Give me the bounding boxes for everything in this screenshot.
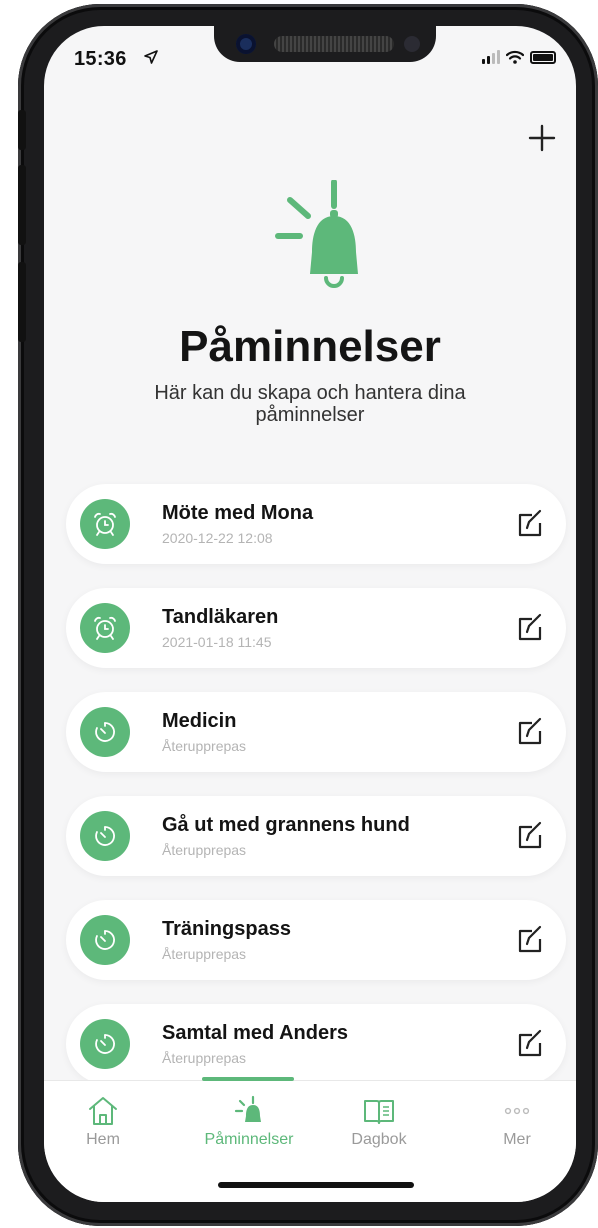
reminder-title: Medicin (162, 710, 237, 732)
plus-icon (528, 124, 556, 152)
cellular-signal-icon (482, 50, 500, 64)
reminder-title: Möte med Mona (162, 502, 314, 524)
reminder-title: Tandläkaren (162, 606, 279, 628)
wifi-icon (506, 50, 524, 64)
tab-label: Hem (86, 1131, 120, 1148)
front-camera (236, 34, 256, 54)
hero-bell-icon (272, 179, 368, 303)
edit-icon (518, 821, 542, 849)
edit-icon (518, 509, 542, 537)
repeat-timer-icon (95, 722, 115, 742)
edit-reminder-button[interactable] (514, 820, 546, 852)
reminder-card[interactable]: Samtal med Anders Återupprepas (66, 1004, 566, 1084)
repeat-timer-icon (95, 1034, 115, 1054)
edit-icon (518, 1029, 542, 1057)
volume-up-button (18, 165, 26, 245)
repeat-timer-icon (95, 930, 115, 950)
reminder-card[interactable]: Medicin Återupprepas (66, 692, 566, 772)
reminder-icon-badge (80, 811, 130, 861)
proximity-sensor (404, 36, 420, 52)
battery-icon (530, 50, 556, 64)
edit-reminder-button[interactable] (514, 1028, 546, 1060)
tab-hem[interactable]: Hem (48, 1095, 158, 1149)
tab-label: Påminnelser (204, 1131, 294, 1148)
add-reminder-button[interactable] (522, 118, 562, 158)
tab-mer[interactable]: Mer (462, 1095, 572, 1149)
bell-icon (234, 1095, 261, 1122)
reminder-title: Gå ut med grannens hund (162, 814, 410, 836)
reminder-title: Träningspass (162, 918, 291, 940)
tab-bar: Hem Påminnelser Dagbok Mer (44, 1077, 576, 1202)
edit-icon (518, 717, 542, 745)
edit-reminder-button[interactable] (514, 716, 546, 748)
location-arrow-icon (144, 50, 158, 69)
reminder-card[interactable]: Tandläkaren 2021-01-18 11:45 (66, 588, 566, 668)
home-icon (89, 1097, 117, 1125)
edit-reminder-button[interactable] (514, 508, 546, 540)
status-time: 15:36 (74, 48, 127, 70)
more-dots-icon (504, 1107, 530, 1115)
reminder-icon-badge (80, 1019, 130, 1069)
earpiece-speaker (274, 36, 394, 52)
reminder-card[interactable]: Gå ut med grannens hund Återupprepas (66, 796, 566, 876)
book-icon (364, 1100, 394, 1124)
reminder-subtitle: Återupprepas (162, 842, 247, 858)
app-screen: 15:36 Påminnelser Här kan du skapa och h… (44, 26, 576, 1202)
alarm-clock-icon (94, 616, 116, 640)
page-title: Påminnelser (179, 322, 441, 371)
tab-paminnelser[interactable]: Påminnelser (194, 1095, 304, 1149)
notch (214, 26, 436, 62)
tab-label: Dagbok (351, 1131, 407, 1148)
reminder-subtitle: Återupprepas (162, 1050, 247, 1066)
edit-icon (518, 925, 542, 953)
reminder-subtitle: 2021-01-18 11:45 (162, 634, 272, 650)
mute-switch (18, 110, 26, 150)
repeat-timer-icon (95, 826, 115, 846)
edit-reminder-button[interactable] (514, 924, 546, 956)
alarm-clock-icon (94, 512, 116, 536)
reminder-icon-badge (80, 915, 130, 965)
edit-reminder-button[interactable] (514, 612, 546, 644)
edit-icon (518, 613, 542, 641)
volume-down-button (18, 262, 26, 342)
reminder-subtitle: 2020-12-22 12:08 (162, 530, 273, 546)
reminder-subtitle: Återupprepas (162, 946, 247, 962)
reminder-subtitle: Återupprepas (162, 738, 247, 754)
active-tab-indicator (202, 1077, 294, 1081)
reminder-card[interactable]: Träningspass Återupprepas (66, 900, 566, 980)
home-indicator (218, 1182, 414, 1188)
page-subtitle: Här kan du skapa och hantera dina påminn… (154, 382, 466, 426)
reminder-card[interactable]: Möte med Mona 2020-12-22 12:08 (66, 484, 566, 564)
reminder-title: Samtal med Anders (162, 1022, 348, 1044)
reminder-icon-badge (80, 603, 130, 653)
tab-label: Mer (503, 1131, 531, 1148)
reminder-icon-badge (80, 499, 130, 549)
status-icons (482, 50, 556, 64)
reminder-icon-badge (80, 707, 130, 757)
tab-dagbok[interactable]: Dagbok (324, 1095, 434, 1149)
